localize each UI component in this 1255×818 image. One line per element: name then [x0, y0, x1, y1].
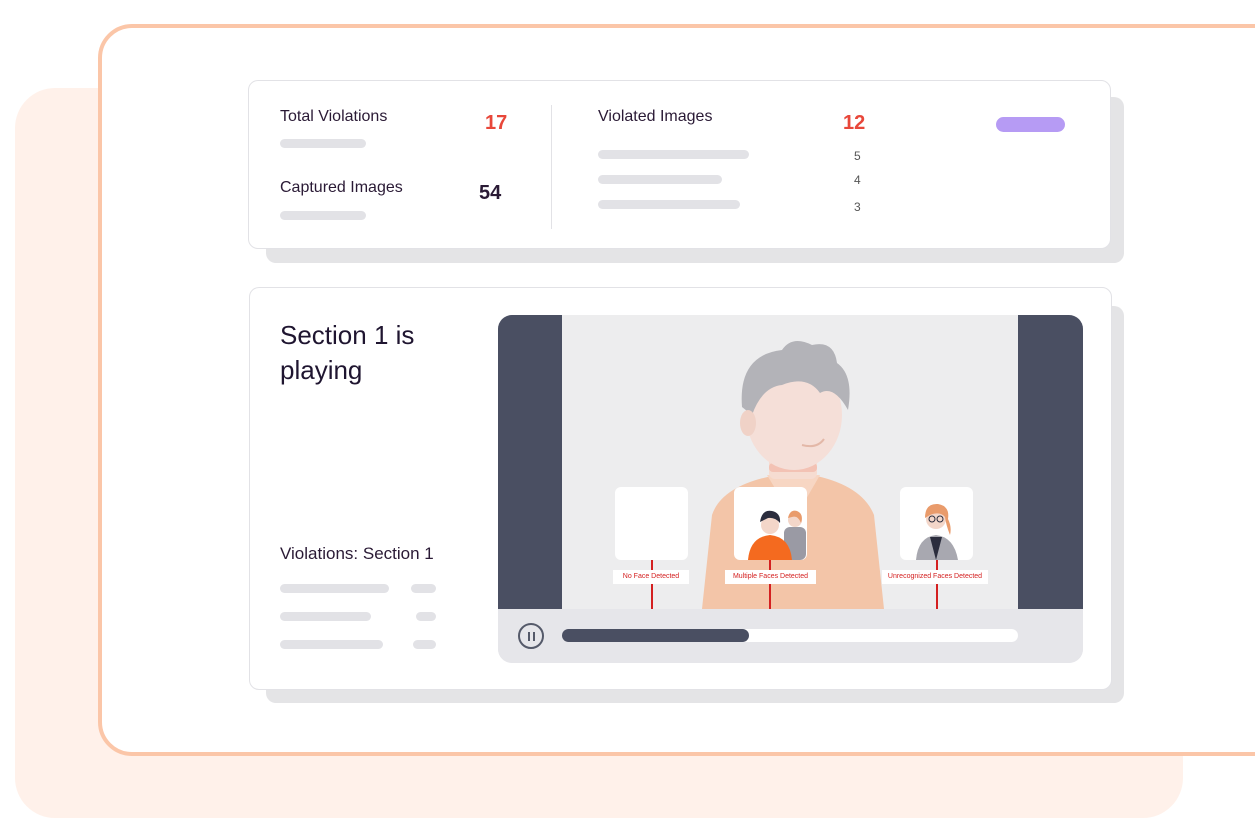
section-title-line: playing	[280, 355, 363, 385]
multiple-faces-icon	[748, 510, 806, 560]
detection-tag: Unrecognized Faces Detected	[882, 570, 988, 584]
section-title-line: Section 1 is	[280, 320, 415, 350]
violation-row-count-bar	[413, 640, 436, 649]
breakdown-bar	[598, 175, 722, 184]
stats-card	[248, 80, 1111, 249]
breakdown-count: 4	[854, 173, 861, 187]
breakdown-bar	[598, 150, 749, 159]
detection-marker	[651, 560, 653, 609]
breakdown-count: 3	[854, 200, 861, 214]
detection-thumbnail[interactable]	[900, 487, 973, 560]
detection-marker	[769, 560, 771, 609]
detection-marker	[936, 560, 938, 609]
breakdown-bar	[598, 200, 740, 209]
progress-track[interactable]	[562, 629, 1018, 642]
letterbox-right	[1018, 315, 1083, 609]
section-title: Section 1 is playing	[280, 318, 480, 388]
detection-thumbnail[interactable]	[615, 487, 688, 560]
status-pill	[996, 117, 1065, 132]
total-violations-label: Total Violations	[280, 108, 388, 125]
person-illustration	[702, 341, 884, 609]
section-violations-label: Violations: Section 1	[280, 544, 434, 563]
letterbox-left	[498, 315, 562, 609]
unrecognized-face-icon	[916, 503, 958, 560]
total-violations-value: 17	[485, 112, 508, 134]
violated-images-value: 12	[843, 112, 866, 134]
violation-row-bar	[280, 584, 389, 593]
violation-row-count-bar	[416, 612, 436, 621]
breakdown-count: 5	[854, 149, 861, 163]
violated-images-label: Violated Images	[598, 108, 713, 125]
pause-icon[interactable]	[518, 623, 544, 649]
detection-tag: No Face Detected	[613, 570, 689, 584]
violation-row-count-bar	[411, 584, 436, 593]
placeholder-bar	[280, 139, 366, 148]
violation-row-bar	[280, 640, 383, 649]
video-player[interactable]: No Face Detected Multiple Faces Detected…	[498, 315, 1083, 663]
video-frame: No Face Detected Multiple Faces Detected…	[562, 315, 1018, 609]
placeholder-bar	[280, 211, 366, 220]
detection-thumbnail[interactable]	[734, 487, 807, 560]
captured-images-value: 54	[479, 182, 502, 204]
violation-row-bar	[280, 612, 371, 621]
progress-fill	[562, 629, 749, 642]
player-controls	[498, 609, 1083, 663]
captured-images-label: Captured Images	[280, 179, 403, 196]
detection-tag: Multiple Faces Detected	[725, 570, 816, 584]
stats-divider	[551, 105, 552, 229]
